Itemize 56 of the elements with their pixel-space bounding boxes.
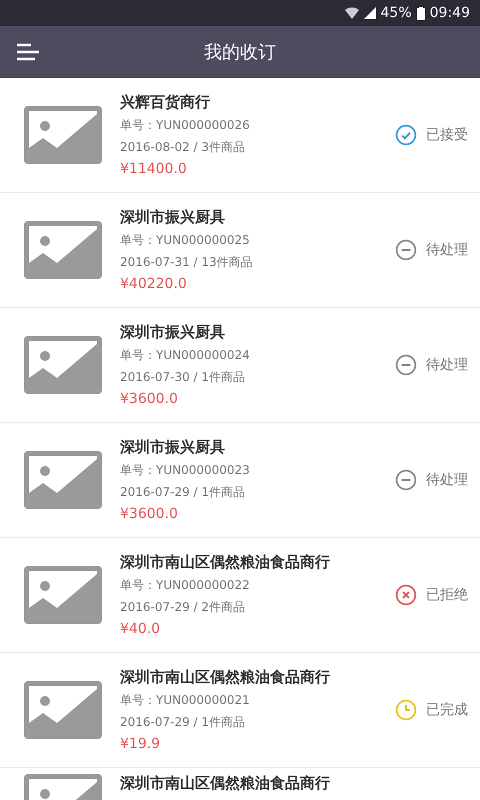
- shop-name: 深圳市南山区偶然粮油食品商行: [120, 668, 331, 687]
- image-placeholder-icon: [24, 106, 102, 164]
- wifi-icon: [344, 7, 359, 19]
- image-placeholder-icon: [24, 221, 102, 279]
- order-number: 单号：YUN000000023: [120, 462, 251, 479]
- order-number: 单号：YUN000000024: [120, 347, 251, 364]
- image-placeholder-icon: [24, 451, 102, 509]
- order-row[interactable]: 深圳市振兴厨具 单号：YUN000000023 2016-07-29 / 1件商品 ¥3600.0 待处理: [0, 423, 480, 538]
- order-number: 单号：YUN000000025: [120, 232, 251, 249]
- order-number: 单号：YUN000000021: [120, 692, 251, 709]
- order-date-items: 2016-07-31 / 13件商品: [120, 254, 254, 271]
- status-label: 已完成: [426, 701, 468, 719]
- order-date-items: 2016-07-29 / 1件商品: [120, 484, 246, 501]
- shop-name: 深圳市振兴厨具: [120, 323, 226, 342]
- clock-icon: [395, 699, 417, 721]
- shop-name: 深圳市南山区偶然粮油食品商行: [120, 774, 331, 793]
- battery-percent: 45%: [380, 5, 412, 21]
- order-row[interactable]: 深圳市振兴厨具 单号：YUN000000025 2016-07-31 / 13件商品 ¥40220.0 待处理: [0, 193, 480, 308]
- clock-time: 09:49: [430, 5, 470, 21]
- check-circle-icon: [395, 124, 417, 146]
- order-amount: ¥40.0: [120, 621, 162, 637]
- order-row[interactable]: 深圳市振兴厨具 单号：YUN000000024 2016-07-30 / 1件商品 ¥3600.0 待处理: [0, 308, 480, 423]
- x-circle-icon: [395, 584, 417, 606]
- order-amount: ¥40220.0: [120, 276, 188, 292]
- shop-name: 深圳市振兴厨具: [120, 438, 226, 457]
- status-label: 待处理: [426, 471, 468, 489]
- order-amount: ¥3600.0: [120, 391, 179, 407]
- status-label: 待处理: [426, 356, 468, 374]
- shop-name: 深圳市振兴厨具: [120, 208, 226, 227]
- order-number: 单号：YUN000000026: [120, 117, 251, 134]
- order-row[interactable]: 深圳市南山区偶然粮油食品商行 单号：YUN000000021 2016-07-29 / 1件商品 ¥19.9 已完成: [0, 653, 480, 768]
- order-amount: ¥19.9: [120, 736, 162, 752]
- shop-name: 兴辉百货商行: [120, 93, 211, 112]
- status-label: 已拒绝: [426, 586, 468, 604]
- order-row[interactable]: 深圳市南山区偶然粮油食品商行 单号：YUN000000022 2016-07-29 / 2件商品 ¥40.0 已拒绝: [0, 538, 480, 653]
- order-date-items: 2016-08-02 / 3件商品: [120, 139, 246, 156]
- order-number: 单号：YUN000000022: [120, 577, 251, 594]
- image-placeholder-icon: [24, 681, 102, 739]
- order-date-items: 2016-07-29 / 1件商品: [120, 714, 246, 731]
- minus-circle-icon: [395, 239, 417, 261]
- order-row[interactable]: 兴辉百货商行 单号：YUN000000026 2016-08-02 / 3件商品 ¥11400.0 已接受: [0, 78, 480, 193]
- page-title: 我的收订: [204, 41, 276, 64]
- order-amount: ¥11400.0: [120, 161, 188, 177]
- image-placeholder-icon: [24, 336, 102, 394]
- battery-icon: [416, 6, 425, 20]
- minus-circle-icon: [395, 469, 417, 491]
- status-label: 待处理: [426, 241, 468, 259]
- order-amount: ¥3600.0: [120, 506, 179, 522]
- image-placeholder-icon: [24, 566, 102, 624]
- order-row[interactable]: 深圳市南山区偶然粮油食品商行: [0, 768, 480, 800]
- minus-circle-icon: [395, 354, 417, 376]
- shop-name: 深圳市南山区偶然粮油食品商行: [120, 553, 331, 572]
- signal-icon: [364, 7, 376, 19]
- order-date-items: 2016-07-30 / 1件商品: [120, 369, 246, 386]
- status-label: 已接受: [426, 126, 468, 144]
- order-date-items: 2016-07-29 / 2件商品: [120, 599, 246, 616]
